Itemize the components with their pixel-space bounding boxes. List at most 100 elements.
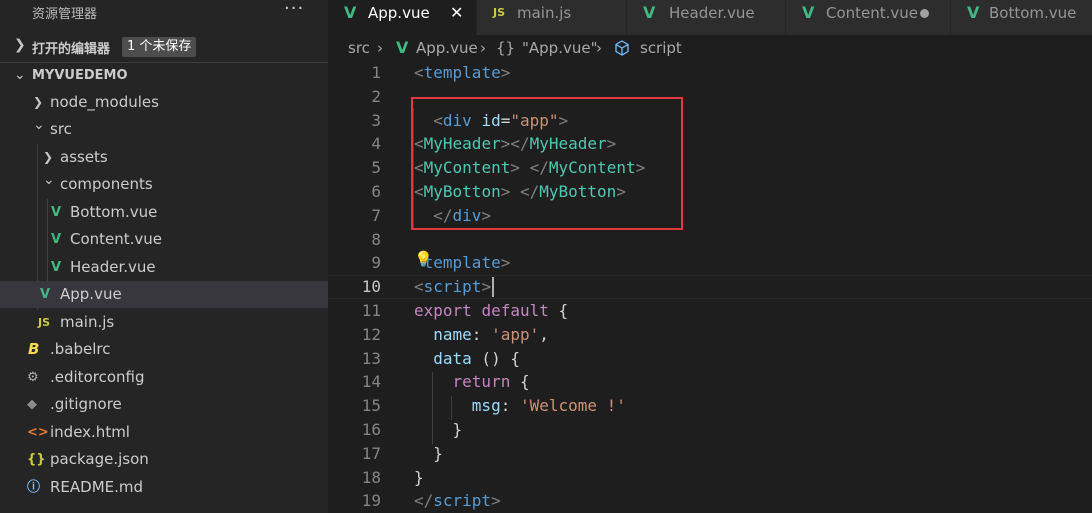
vue-icon: V xyxy=(51,232,62,247)
line-number: 18 xyxy=(361,467,381,487)
gear-icon: ⚙ xyxy=(27,370,39,385)
tab-label: Header.vue xyxy=(669,4,755,22)
tab-header-vue[interactable]: V Header.vue xyxy=(627,0,786,35)
code-token: msg xyxy=(471,396,501,416)
tree-item-index-html[interactable]: <> index.html xyxy=(0,419,328,446)
code-text: } xyxy=(414,442,443,466)
tab-content-vue[interactable]: V Content.vue xyxy=(786,0,951,35)
tree-item-label: .gitignore xyxy=(50,395,122,413)
code-token: 'Welcome !' xyxy=(519,396,626,416)
tree-item-node-modules[interactable]: ❯ node_modules xyxy=(0,89,328,116)
code-line[interactable]: 16 } xyxy=(328,418,1092,442)
explorer-title: 资源管理器 xyxy=(32,7,98,22)
indent-guide xyxy=(432,372,433,444)
vue-icon: V xyxy=(802,3,815,22)
code-line[interactable]: 19 </script> xyxy=(328,489,1092,513)
line-number: 5 xyxy=(371,158,381,178)
code-line[interactable]: 9 template> xyxy=(328,251,1092,275)
code-token: name xyxy=(433,324,472,344)
tree-item-components[interactable]: ⌄ components xyxy=(0,171,328,198)
line-number: 3 xyxy=(371,110,381,130)
tree-item-label: main.js xyxy=(60,313,115,331)
breadcrumb-file[interactable]: App.vue xyxy=(416,35,478,61)
line-number: 14 xyxy=(361,372,381,392)
code-token: template xyxy=(423,253,501,273)
tab-app-vue[interactable]: V App.vue ✕ xyxy=(328,0,477,35)
tree-item-label: README.md xyxy=(50,478,144,496)
close-icon[interactable]: ✕ xyxy=(450,0,463,26)
code-line[interactable]: 15 msg: 'Welcome !' xyxy=(328,394,1092,418)
code-token: script xyxy=(433,491,492,511)
tree-item-content-vue[interactable]: V Content.vue xyxy=(0,226,328,253)
code-line[interactable]: 8 xyxy=(328,228,1092,252)
json-icon: {} xyxy=(27,452,46,467)
chevron-down-icon: ⌄ xyxy=(33,117,45,133)
chevron-right-icon: ❯ xyxy=(14,37,26,53)
code-line[interactable]: 13 data () { xyxy=(328,347,1092,371)
open-editors-section[interactable]: ❯ 打开的编辑器 1 个未保存 xyxy=(0,36,328,60)
code-token: > xyxy=(491,491,501,511)
unsaved-badge: 1 个未保存 xyxy=(122,37,197,57)
code-line[interactable]: 17 } xyxy=(328,442,1092,466)
tree-item-babelrc[interactable]: B .babelrc xyxy=(0,336,328,363)
breadcrumb-symbol[interactable]: "App.vue" xyxy=(522,35,597,61)
code-token: : xyxy=(471,324,492,344)
indent-guide xyxy=(451,396,452,420)
tab-bottom-vue[interactable]: V Bottom.vue xyxy=(951,0,1092,35)
tree-item-header-vue[interactable]: V Header.vue xyxy=(0,254,328,281)
tab-main-js[interactable]: JS main.js xyxy=(477,0,627,35)
lightbulb-icon[interactable]: 💡 xyxy=(414,250,433,268)
code-token: export xyxy=(414,301,472,320)
code-token: data xyxy=(433,348,472,368)
tree-item-bottom-vue[interactable]: V Bottom.vue xyxy=(0,199,328,226)
breadcrumb: src › V App.vue › {} "App.vue" › script xyxy=(328,35,1092,61)
tree-item-label: src xyxy=(50,120,72,138)
more-actions-icon[interactable]: ··· xyxy=(284,0,304,19)
code-token: { xyxy=(510,372,530,392)
tree-item-app-vue[interactable]: V App.vue xyxy=(0,281,328,308)
tree-item-package-json[interactable]: {} package.json xyxy=(0,446,328,473)
unsaved-dot-icon[interactable] xyxy=(920,9,929,18)
babel-icon: B xyxy=(28,340,40,358)
tree-item-main-js[interactable]: JS main.js xyxy=(0,309,328,336)
line-number: 6 xyxy=(371,182,381,201)
chevron-down-icon: ⌄ xyxy=(43,172,55,188)
code-token: , xyxy=(539,324,549,344)
line-number: 8 xyxy=(371,229,381,249)
code-text: </script> xyxy=(414,489,501,513)
code-token: > xyxy=(500,253,511,273)
tree-item-editorconfig[interactable]: ⚙ .editorconfig xyxy=(0,364,328,391)
project-folder[interactable]: ⌄ MYVUEDEMO xyxy=(0,62,328,89)
tree-item-readme-md[interactable]: ⓘ README.md xyxy=(0,474,328,501)
html-icon: <> xyxy=(27,425,49,440)
code-line[interactable]: 12 name: 'app', xyxy=(328,323,1092,347)
tree-item-label: components xyxy=(60,175,153,193)
line-number: 1 xyxy=(371,63,381,82)
tree-item-label: index.html xyxy=(50,423,130,441)
editor-tab-bar: V App.vue ✕ JS main.js V Header.vue V Content.vu… xyxy=(328,0,1092,35)
code-line[interactable]: 10 <script> xyxy=(328,275,1092,299)
code-token: } xyxy=(414,420,463,439)
code-text: export default { xyxy=(414,299,568,323)
code-token: { xyxy=(548,301,569,320)
breadcrumb-separator: › xyxy=(596,39,602,57)
line-number: 16 xyxy=(361,420,381,439)
code-line[interactable]: 14 return { xyxy=(328,370,1092,394)
tree-item-src[interactable]: ⌄ src xyxy=(0,116,328,143)
code-token: () { xyxy=(471,348,520,368)
code-line[interactable]: 1 <template> xyxy=(328,61,1092,85)
tree-item-gitignore[interactable]: ◆ .gitignore xyxy=(0,391,328,418)
code-token: } xyxy=(414,443,443,463)
code-token: script xyxy=(423,277,482,297)
tab-label: Bottom.vue xyxy=(989,4,1077,22)
code-token: > xyxy=(481,277,492,297)
code-token: </ xyxy=(414,491,434,511)
breadcrumb-folder[interactable]: src xyxy=(348,35,370,61)
code-line[interactable]: 11 export default { xyxy=(328,299,1092,323)
breadcrumb-section[interactable]: script xyxy=(640,35,682,61)
code-line[interactable]: 18} xyxy=(328,466,1092,490)
